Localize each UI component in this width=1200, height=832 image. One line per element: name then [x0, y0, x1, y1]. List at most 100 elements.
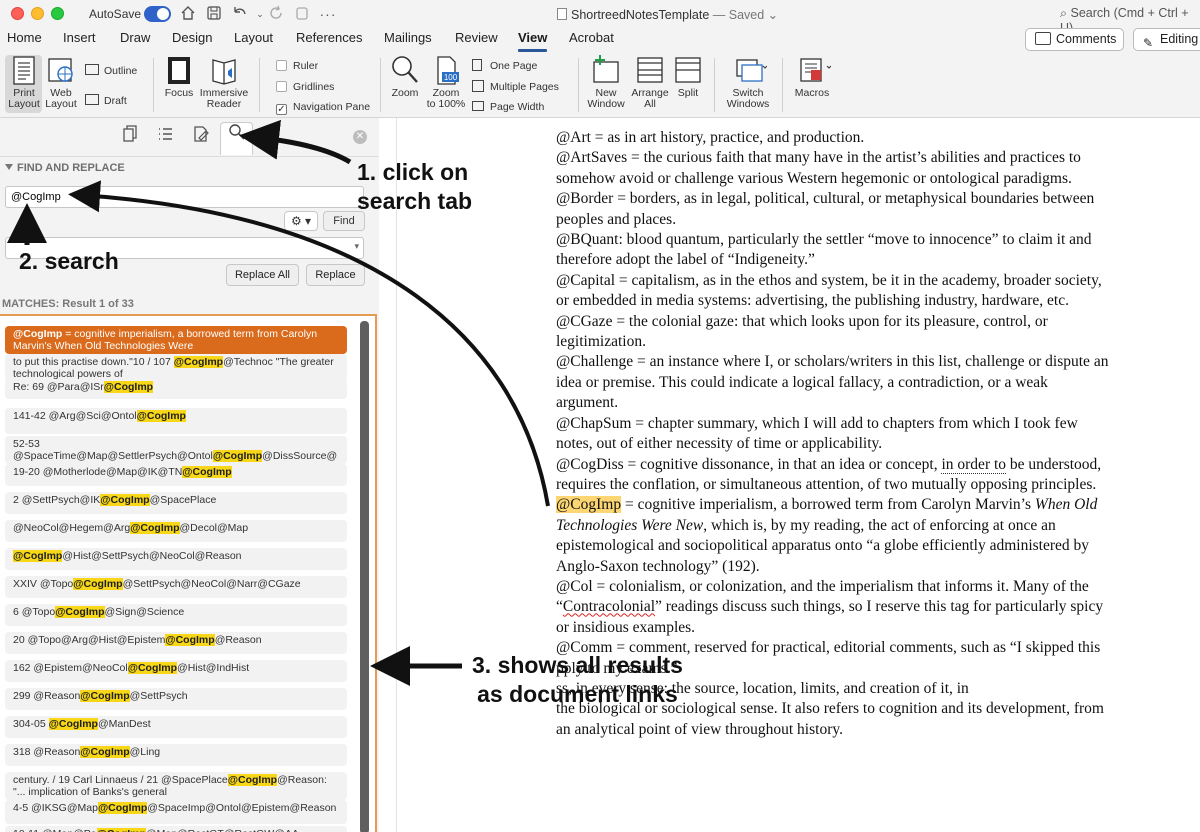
document-text: @Col = colonialism, or colonization, and… — [556, 577, 1089, 595]
replace-all-button[interactable]: Replace All — [226, 264, 299, 286]
result-text: Re: 69 @Para@ISr — [13, 381, 104, 393]
replace-button[interactable]: Replace — [306, 264, 365, 286]
document-line: or embedded in media systems: advertisin… — [556, 291, 1196, 311]
arrange-all-button[interactable]: Arrange All — [628, 54, 672, 110]
tab-mailings[interactable]: Mailings — [384, 30, 432, 45]
tab-draw[interactable]: Draw — [120, 30, 150, 45]
redo-icon[interactable] — [266, 4, 286, 24]
headings-tab[interactable] — [150, 125, 180, 151]
macros-button[interactable]: Macros — [788, 54, 836, 99]
find-and-replace-header[interactable]: FIND AND REPLACE — [0, 156, 379, 178]
search-result-item[interactable]: 162 @Epistem@NeoCol@CogImp@Hist@IndHist — [5, 660, 347, 682]
search-result-item[interactable]: Re: 69 @Para@ISr@CogImp — [5, 379, 347, 399]
result-text: @Map@RestGT@RestGW@AA — [146, 828, 299, 832]
search-result-item[interactable]: @NeoCol@Hegem@Arg@CogImp@Decol@Map — [5, 520, 347, 542]
search-result-item[interactable]: @CogImp = cognitive imperialism, a borro… — [5, 326, 347, 354]
tab-review[interactable]: Review — [455, 30, 498, 45]
navigation-pane-checkbox[interactable]: ✓ Navigation Pane — [276, 100, 370, 115]
immersive-reader-icon — [209, 54, 239, 85]
search-result-item[interactable]: 4-5 @IKSG@Map@CogImp@SpaceImp@Ontol@Epis… — [5, 800, 347, 824]
switch-windows-button[interactable]: Switch Windows — [722, 54, 774, 110]
close-window-button[interactable] — [11, 7, 24, 20]
focus-button[interactable]: Focus — [160, 54, 198, 99]
navigation-pane-check-box: ✓ — [276, 104, 287, 115]
document-text: @Capital = capitalism, as in the ethos a… — [556, 271, 1102, 289]
zoom-100-icon: 100 — [431, 54, 461, 85]
result-text: @SpaceImp@Ontol@Epistem@Reason — [147, 802, 337, 814]
result-match-highlight: @CogImp — [103, 381, 154, 393]
split-button[interactable]: Split — [672, 54, 704, 99]
search-result-item[interactable]: 6 @Topo@CogImp@Sign@Science — [5, 604, 347, 626]
document-text: When Old — [1034, 496, 1098, 514]
search-result-item[interactable]: XXIV @Topo@CogImp@SettPsych@NeoCol@Narr@… — [5, 576, 347, 598]
search-result-item[interactable]: @CogImp@Hist@SettPsych@NeoCol@Reason — [5, 548, 347, 570]
document-body[interactable]: @Art = as in art history, practice, and … — [556, 118, 1196, 740]
undo-icon[interactable] — [230, 4, 250, 24]
search-result-item[interactable]: century. / 19 Carl Linnaeus / 21 @SpaceP… — [5, 772, 347, 800]
ribbon-separator — [782, 58, 783, 112]
multiple-pages-button[interactable]: Multiple Pages — [472, 80, 559, 94]
draft-button[interactable]: Draft — [85, 94, 127, 108]
tab-insert[interactable]: Insert — [63, 30, 96, 45]
home-icon[interactable] — [178, 4, 198, 24]
maximize-window-button[interactable] — [51, 7, 64, 20]
search-options-button[interactable]: ⚙ ▾ — [284, 211, 318, 231]
search-result-item[interactable]: 304-05 @CogImp@ManDest — [5, 716, 347, 738]
minimize-window-button[interactable] — [31, 7, 44, 20]
search-tab[interactable] — [220, 122, 253, 155]
tab-home[interactable]: Home — [7, 30, 42, 45]
search-result-item[interactable]: 19-20 @Motherlode@Map@IK@TN@CogImp — [5, 464, 347, 486]
save-icon[interactable] — [204, 4, 224, 24]
tab-view[interactable]: View — [518, 30, 548, 52]
pages-tab[interactable] — [186, 125, 216, 151]
close-icon[interactable]: ✕ — [353, 130, 367, 144]
ruler-checkbox[interactable]: Ruler — [276, 59, 318, 73]
tab-acrobat[interactable]: Acrobat — [569, 30, 614, 45]
one-page-button[interactable]: One Page — [472, 59, 537, 73]
thumbnails-tab[interactable] — [115, 125, 145, 151]
result-text: @NeoCol@Hegem@Arg — [13, 522, 131, 534]
search-result-item[interactable]: 318 @Reason@CogImp@Ling — [5, 744, 347, 766]
comments-button[interactable]: Comments — [1025, 28, 1124, 51]
document-text: epistemological and sociopolitical appar… — [556, 537, 1090, 555]
search-result-item[interactable]: to put this practise down."10 / 107 @Cog… — [5, 354, 347, 382]
tab-layout[interactable]: Layout — [234, 30, 273, 45]
new-window-button[interactable]: New Window — [585, 54, 627, 110]
print-layout-button[interactable]: Print Layout — [6, 54, 42, 110]
document-text: notes, out of either necessity of time o… — [556, 435, 883, 453]
tab-references[interactable]: References — [296, 30, 362, 45]
ribbon-separator — [259, 58, 260, 112]
result-text: 304-05 — [13, 718, 49, 730]
switch-windows-label: Switch Windows — [726, 87, 770, 110]
search-result-item[interactable]: 299 @Reason@CogImp@SettPsych — [5, 688, 347, 710]
gridlines-checkbox[interactable]: Gridlines — [276, 80, 334, 94]
macros-label: Macros — [794, 87, 830, 99]
ribbon-separator — [714, 58, 715, 112]
autosave-toggle[interactable] — [144, 6, 171, 22]
editing-button[interactable]: ✎ Editing — [1133, 28, 1200, 51]
document-line: legitimization. — [556, 332, 1196, 352]
search-result-item[interactable]: 10-11 @Map@Pa@CogImp@Map@RestGT@RestGW@A… — [5, 826, 347, 832]
search-result-item[interactable]: 52-53 @SpaceTime@Map@SettlerPsych@Ontol@… — [5, 436, 347, 464]
document-line: @CGaze = the colonial gaze: that which l… — [556, 312, 1196, 332]
search-result-item[interactable]: 20 @Topo@Arg@Hist@Epistem@CogImp@Reason — [5, 632, 347, 654]
more-icon[interactable]: ··· — [318, 4, 338, 24]
document-line: @Capital = capitalism, as in the ethos a… — [556, 271, 1196, 291]
annotation-3-line1: 3. shows all results — [472, 652, 683, 678]
print-icon[interactable] — [292, 4, 312, 24]
document-line: Technologies Were New, which is, by my r… — [556, 516, 1196, 536]
zoom-button[interactable]: Zoom — [386, 54, 424, 99]
outline-button[interactable]: Outline — [85, 64, 137, 78]
search-result-item[interactable]: 2 @SettPsych@IK@CogImp@SpacePlace — [5, 492, 347, 514]
immersive-reader-button[interactable]: Immersive Reader — [198, 54, 250, 110]
document-text: argument. — [556, 394, 619, 412]
document-text: @Challenge = an instance where I, or sch… — [556, 353, 1109, 371]
page-width-button[interactable]: Page Width — [472, 100, 544, 114]
web-layout-button[interactable]: Web Layout — [42, 54, 80, 110]
annotation-3: 3. shows all results as document links — [472, 651, 683, 709]
search-result-item[interactable]: 141-42 @Arg@Sci@Ontol@CogImp — [5, 408, 347, 434]
search-input[interactable] — [5, 186, 364, 208]
zoom-100-button[interactable]: 100 Zoom to 100% — [424, 54, 468, 110]
results-scrollbar[interactable] — [360, 321, 369, 832]
tab-design[interactable]: Design — [172, 30, 212, 45]
